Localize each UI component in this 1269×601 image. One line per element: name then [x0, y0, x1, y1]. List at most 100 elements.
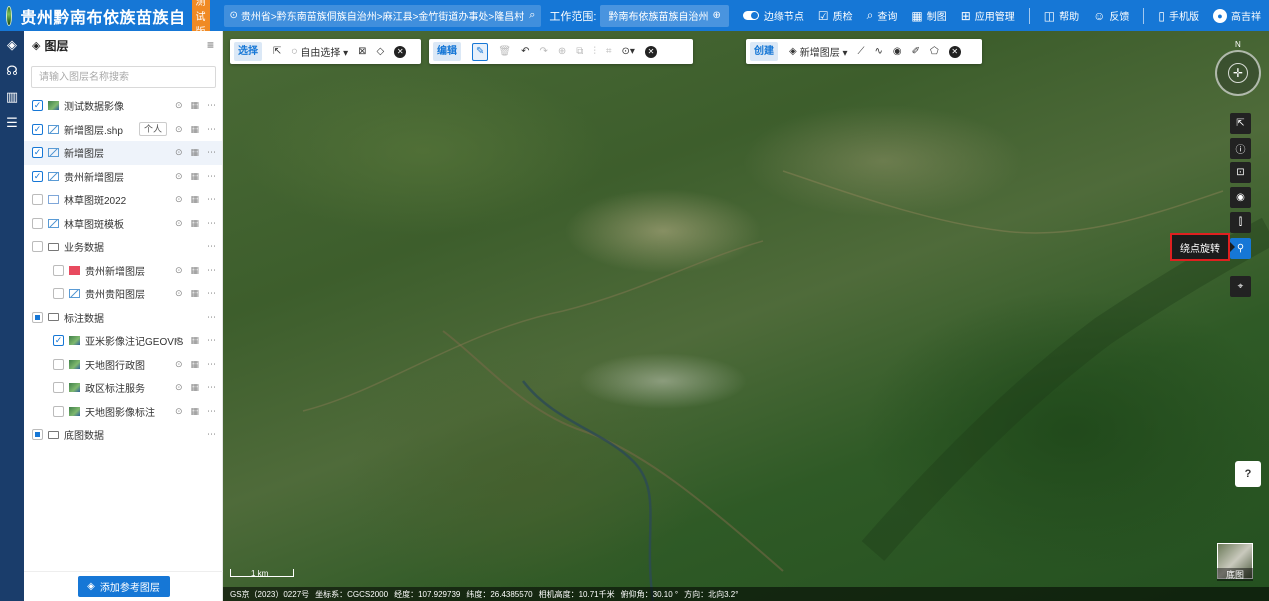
locate-icon[interactable]: ⊙	[175, 100, 183, 111]
work-range-selector[interactable]: 黔南布依族苗族自治州 ⊕	[600, 4, 729, 27]
table-icon[interactable]: ▦	[190, 194, 199, 205]
layer-row[interactable]: 业务数据 ⋯	[24, 235, 222, 259]
statistics-icon[interactable]: ▥	[0, 85, 24, 109]
more-icon[interactable]: ⋯	[207, 406, 216, 417]
layer-row[interactable]: 贵州新增图层 ⊙ ▦ ⋯	[24, 259, 222, 283]
layer-row[interactable]: ✓ 贵州新增图层 ⊙ ▦ ⋯	[24, 165, 222, 189]
free-select-dropdown[interactable]: ◌ 自由选择 ▾	[291, 44, 348, 59]
help-button[interactable]: ◫ 帮助	[1044, 8, 1079, 24]
layer-checkbox[interactable]: ✓	[53, 335, 64, 347]
eraser-icon[interactable]: ◇	[377, 46, 385, 57]
layer-row[interactable]: 底图数据 ⋯	[24, 423, 222, 447]
info-icon[interactable]: ⓘ	[1230, 138, 1251, 159]
more-icon[interactable]: ⋯	[207, 194, 216, 205]
table-icon[interactable]: ▦	[190, 147, 199, 158]
table-icon[interactable]: ▦	[190, 100, 199, 111]
app-management-button[interactable]: ⊞ 应用管理	[961, 8, 1015, 24]
locate-icon[interactable]: ⊙	[175, 288, 183, 299]
table-icon[interactable]: ▦	[190, 359, 199, 370]
table-icon[interactable]: ▦	[190, 335, 199, 346]
layer-checkbox[interactable]: ✓	[32, 123, 43, 135]
layer-search-input[interactable]	[31, 66, 216, 88]
collapse-panel-icon[interactable]: ≡	[207, 38, 214, 52]
locate-icon[interactable]: ⊙	[175, 171, 183, 182]
basemap-label[interactable]: 底图	[1217, 568, 1253, 581]
layer-checkbox[interactable]	[53, 405, 64, 417]
layer-row[interactable]: ✓ 新增图层 ⊙ ▦ ⋯	[24, 141, 222, 165]
locate-icon[interactable]: ⊙	[175, 218, 183, 229]
more-icon[interactable]: ⋯	[207, 218, 216, 229]
box-select-icon[interactable]: ⊠	[358, 46, 366, 57]
more-dropdown-icon[interactable]: ⊙▾	[622, 46, 635, 57]
draw-point-icon[interactable]: ◉	[893, 46, 902, 57]
more-icon[interactable]: ⋯	[207, 359, 216, 370]
layer-row[interactable]: 林草图斑模板 ⊙ ▦ ⋯	[24, 212, 222, 236]
query-button[interactable]: ⌕ 查询	[867, 8, 898, 23]
more-icon[interactable]: ⋯	[207, 124, 216, 135]
split-icon[interactable]: ⊕	[558, 46, 566, 57]
undo-icon[interactable]: ↶	[521, 46, 529, 57]
layer-checkbox[interactable]	[53, 288, 64, 300]
more-icon[interactable]: ⋯	[207, 429, 216, 440]
locate-icon[interactable]: ⊙	[175, 335, 183, 346]
layers-icon[interactable]: ◈	[0, 33, 24, 57]
layer-row[interactable]: 天地图行政图 ⊙ ▦ ⋯	[24, 353, 222, 377]
draw-curve-icon[interactable]: ∿	[875, 46, 883, 57]
layer-row[interactable]: ✓ 亚米影像注记GEOVIS ⊙ ▦ ⋯	[24, 329, 222, 353]
search-icon[interactable]: ⌕	[529, 9, 535, 22]
more-icon[interactable]: ⋯	[207, 241, 216, 252]
locate-icon[interactable]: ⊙	[175, 147, 183, 158]
locate-icon[interactable]: ⊙	[175, 359, 183, 370]
edge-node-toggle[interactable]: 边缘节点	[742, 8, 804, 23]
draw-pen-icon[interactable]: ✐	[912, 46, 920, 57]
feedback-button[interactable]: ☺ 反馈	[1093, 8, 1129, 24]
table-icon[interactable]: ▦	[190, 288, 199, 299]
layer-row[interactable]: ✓ 新增图层.shp 个人 ⊙ ▦ ⋯	[24, 118, 222, 142]
locate-center-icon[interactable]: ⌖	[1230, 276, 1251, 297]
people-icon[interactable]: ☊	[0, 59, 24, 83]
list-icon[interactable]: ☰	[0, 111, 24, 135]
more-icon[interactable]: ⋯	[207, 288, 216, 299]
layer-checkbox[interactable]	[32, 241, 43, 253]
locate-icon[interactable]: ⊙	[175, 124, 183, 135]
pointer-icon[interactable]: ⇱	[273, 46, 281, 57]
mobile-version-button[interactable]: ▯ 手机版	[1158, 8, 1199, 24]
layer-row[interactable]: 政区标注服务 ⊙ ▦ ⋯	[24, 376, 222, 400]
align-icon[interactable]: ⫶	[593, 46, 596, 57]
table-icon[interactable]: ▦	[190, 382, 199, 393]
layer-checkbox[interactable]: ✓	[32, 170, 43, 182]
layer-checkbox[interactable]: ✓	[32, 100, 43, 112]
layer-row[interactable]: ✓ 测试数据影像 ⊙ ▦ ⋯	[24, 94, 222, 118]
layer-checkbox[interactable]	[32, 311, 43, 323]
locate-icon[interactable]: ⊙	[175, 265, 183, 276]
close-edit-toolbar-icon[interactable]: ✕	[644, 45, 657, 58]
layer-checkbox[interactable]	[53, 358, 64, 370]
table-icon[interactable]: ▦	[190, 171, 199, 182]
layer-checkbox[interactable]	[32, 217, 43, 229]
more-icon[interactable]: ⋯	[207, 171, 216, 182]
layer-checkbox[interactable]	[53, 382, 64, 394]
compass-control[interactable]: ✛	[1215, 50, 1261, 96]
user-menu[interactable]: ● 高吉祥	[1213, 8, 1261, 23]
delete-icon[interactable]: 🗑	[498, 46, 511, 57]
toggle-icon[interactable]	[742, 11, 759, 20]
table-icon[interactable]: ▦	[190, 406, 199, 417]
locate-icon[interactable]: ⊙	[175, 194, 183, 205]
location-pin-icon[interactable]: ◉	[1230, 187, 1251, 208]
more-icon[interactable]: ⋯	[207, 147, 216, 158]
reshape-icon[interactable]: ⌗	[606, 46, 612, 57]
locate-icon[interactable]: ⊙	[175, 406, 183, 417]
layer-checkbox[interactable]	[53, 264, 64, 276]
more-icon[interactable]: ⋯	[207, 265, 216, 276]
layer-row[interactable]: 天地图影像标注 ⊙ ▦ ⋯	[24, 400, 222, 424]
layer-checkbox[interactable]	[32, 429, 43, 441]
more-icon[interactable]: ⋯	[207, 100, 216, 111]
map-view[interactable]: 选择 ⇱ ◌ 自由选择 ▾ ⊠ ◇ ✕ 编辑 ✎ 🗑 ↶ ↷ ⊕ ⧉ ⫶ ⌗ ⊙…	[223, 31, 1269, 601]
help-fab-button[interactable]: ?	[1235, 461, 1261, 487]
merge-icon[interactable]: ⧉	[576, 46, 583, 57]
close-create-toolbar-icon[interactable]: ✕	[948, 45, 961, 58]
draw-polygon-icon[interactable]: ⬠	[930, 46, 939, 57]
more-icon[interactable]: ⋯	[207, 382, 216, 393]
redo-icon[interactable]: ↷	[539, 46, 547, 57]
layer-row[interactable]: 林草图斑2022 ⊙ ▦ ⋯	[24, 188, 222, 212]
